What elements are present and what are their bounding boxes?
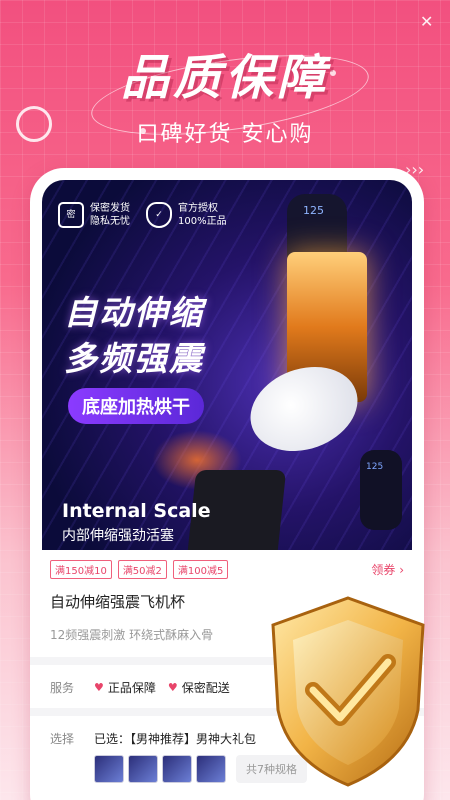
variant-thumbnail[interactable]: [94, 755, 124, 783]
selected-variant: 已选：【男神推荐】男神大礼包: [94, 732, 257, 746]
heart-check-icon: ♥: [94, 681, 104, 694]
shield-check-icon: ✓: [146, 202, 172, 228]
badge-line1: 保密发货: [90, 203, 130, 214]
heart-check-icon: ♥: [167, 681, 178, 694]
service-label: 服务: [50, 681, 75, 695]
get-coupon-link[interactable]: 领券 ›: [371, 561, 404, 578]
variant-thumbnail[interactable]: [128, 755, 158, 783]
service-item-label: 正品保障: [107, 681, 156, 695]
hero-title: 自动伸缩 多频强震: [64, 290, 204, 382]
banner-headline: 品质保障: [120, 50, 329, 106]
lock-box-icon: 密: [58, 202, 84, 228]
banner-subline: 口碑好货 安心购: [136, 122, 314, 147]
hero-title-line2: 多频强震: [64, 339, 204, 378]
device-display: 125: [303, 204, 324, 217]
device-illustration: 125: [238, 194, 387, 474]
decor-cross: ✕: [420, 12, 434, 31]
coupon-row: 满150减10 满50减2 满100减5 领券 ›: [50, 560, 404, 579]
variant-thumbnail[interactable]: [196, 755, 226, 783]
hero-badges: 密 保密发货 隐私无忧 ✓ 官方授权 100%正品: [58, 202, 227, 228]
remote-display: 125: [366, 462, 384, 472]
variant-thumbnail[interactable]: [162, 755, 192, 783]
coupon-tag[interactable]: 满50减2: [117, 560, 167, 579]
hero-title-line1: 自动伸缩: [64, 293, 204, 332]
coupon-tag[interactable]: 满150减10: [50, 560, 112, 579]
service-item: ♥ 保密配送: [168, 679, 230, 696]
service-item: ♥ 正品保障: [94, 679, 156, 696]
select-label: 选择: [50, 732, 75, 746]
product-hero-image[interactable]: 密 保密发货 隐私无忧 ✓ 官方授权 100%正品 125 125 自动伸缩 多…: [42, 180, 412, 550]
badge-secret-shipping: 密 保密发货 隐私无忧: [58, 202, 130, 228]
badge-line1: 官方授权: [178, 203, 218, 214]
badge-line2: 隐私无忧: [90, 216, 130, 227]
hero-caption-cn: 内部伸缩强劲活塞: [62, 528, 174, 544]
service-item-label: 保密配送: [181, 681, 230, 695]
badge-official: ✓ 官方授权 100%正品: [146, 202, 227, 228]
gold-shield-check-icon: [271, 596, 425, 787]
coupon-tag[interactable]: 满100减5: [172, 560, 229, 579]
remote-illustration: 125: [360, 450, 402, 530]
hero-caption-en: Internal Scale: [62, 500, 211, 522]
badge-line2: 100%正品: [178, 216, 227, 227]
hero-feature-pill: 底座加热烘干: [68, 388, 204, 424]
